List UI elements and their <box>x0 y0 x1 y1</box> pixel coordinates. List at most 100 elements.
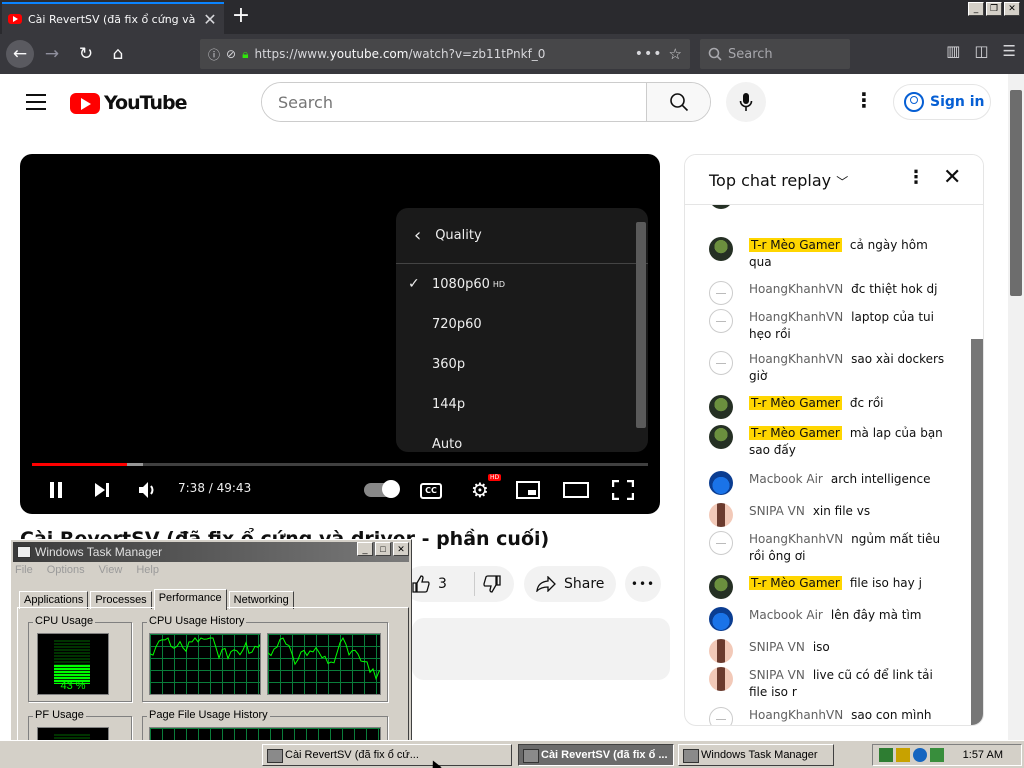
restore-window-icon[interactable]: ❐ <box>986 2 1002 16</box>
chat-avatar[interactable] <box>709 707 733 725</box>
tm-menu-item[interactable]: Options <box>47 564 85 576</box>
chat-author[interactable]: SNIPA VN <box>749 640 805 654</box>
maximize-icon[interactable]: □ <box>375 542 391 556</box>
chat-avatar[interactable] <box>709 237 733 261</box>
mute-button[interactable] <box>136 478 160 502</box>
chat-avatar[interactable] <box>709 351 733 375</box>
youtube-search-input[interactable] <box>262 83 646 121</box>
close-window-icon[interactable]: ✕ <box>1004 2 1020 16</box>
chat-avatar[interactable] <box>709 309 733 333</box>
youtube-search-button[interactable] <box>646 83 710 121</box>
close-tab-icon[interactable]: ✕ <box>202 10 218 29</box>
voice-search-button[interactable] <box>726 82 766 122</box>
taskbar-button[interactable]: Cài RevertSV (đã fix ổ cứ... <box>262 744 512 766</box>
dislike-button[interactable] <box>474 572 501 596</box>
description-box[interactable] <box>412 618 670 680</box>
chat-scrollbar[interactable] <box>971 339 983 725</box>
tm-menu-item[interactable]: Help <box>136 564 159 576</box>
chat-author[interactable]: T-r Mèo Gamer <box>749 238 842 252</box>
settings-more-button[interactable]: ⋮ <box>852 88 876 116</box>
permissions-icon[interactable]: ⊘ <box>226 47 236 61</box>
chat-avatar[interactable] <box>709 281 733 305</box>
page-scrollbar-thumb[interactable] <box>1010 90 1022 296</box>
quality-menu-scrollbar[interactable] <box>636 222 646 428</box>
theater-mode-button[interactable] <box>562 478 590 502</box>
page-actions-icon[interactable]: ••• <box>635 46 663 62</box>
menu-icon[interactable]: ☰ <box>1003 42 1016 60</box>
chat-author[interactable]: SNIPA VN <box>749 668 805 682</box>
fullscreen-button[interactable] <box>610 478 636 502</box>
tm-menu-item[interactable]: View <box>99 564 123 576</box>
autoplay-toggle[interactable] <box>364 480 400 498</box>
chat-avatar[interactable] <box>709 531 733 555</box>
quality-option[interactable]: 1080p60HD <box>396 264 648 304</box>
miniplayer-button[interactable] <box>514 478 542 502</box>
reload-button[interactable]: ↻ <box>72 40 100 68</box>
guide-menu-icon[interactable] <box>26 94 46 110</box>
taskbar-button[interactable]: Windows Task Manager <box>678 744 834 766</box>
url-text[interactable]: https://www.youtube.com/watch?v=zb11tPnk… <box>254 47 628 61</box>
chat-author[interactable]: T-r Mèo Gamer <box>749 396 842 410</box>
quality-option[interactable]: 720p60 <box>396 304 648 344</box>
info-icon[interactable]: ⓘ <box>208 46 220 63</box>
chat-avatar[interactable] <box>709 667 733 691</box>
chat-author[interactable]: HoangKhanhVN <box>749 310 843 324</box>
chat-avatar[interactable] <box>709 607 733 631</box>
lock-icon[interactable]: 🔒︎ <box>242 47 248 62</box>
quality-option[interactable]: 360p <box>396 344 648 384</box>
share-button[interactable]: Share <box>524 566 616 602</box>
taskbar-button[interactable]: Cài RevertSV (đã fix ổ ... <box>518 744 674 766</box>
chat-avatar[interactable] <box>709 575 733 599</box>
minimize-window-icon[interactable]: _ <box>968 2 984 16</box>
chat-avatar[interactable] <box>709 425 733 449</box>
minimize-icon[interactable]: _ <box>357 542 373 556</box>
more-actions-button[interactable]: ••• <box>625 566 661 602</box>
bookmark-star-icon[interactable]: ☆ <box>669 45 682 63</box>
tm-tab[interactable]: Performance <box>153 589 227 610</box>
close-icon[interactable]: ✕ <box>393 542 409 556</box>
quality-option[interactable]: 144p <box>396 384 648 424</box>
browser-search-box[interactable]: Search <box>700 39 850 69</box>
next-button[interactable] <box>90 478 114 502</box>
chat-author[interactable]: T-r Mèo Gamer <box>749 576 842 590</box>
chat-close-button[interactable]: ✕ <box>943 165 961 190</box>
sidebar-icon[interactable]: ◫ <box>974 42 988 60</box>
chat-avatar[interactable] <box>709 503 733 527</box>
chat-avatar[interactable] <box>709 639 733 663</box>
progress-bar[interactable] <box>32 463 648 466</box>
update-icon[interactable] <box>930 748 944 762</box>
clock[interactable]: 1:57 AM <box>963 749 1003 761</box>
settings-button[interactable]: ⚙ <box>468 478 492 502</box>
like-button[interactable]: 3 <box>404 575 474 593</box>
chat-mode-dropdown[interactable]: Top chat replay ﹀ <box>709 171 848 190</box>
pause-button[interactable] <box>44 478 68 502</box>
browser-tab[interactable]: Cài RevertSV (đã fix ổ cứng và driver - … <box>2 2 224 34</box>
video-player[interactable]: ‹ Quality 1080p60HD720p60360p144pAuto 7:… <box>20 154 660 514</box>
page-scrollbar[interactable] <box>1008 74 1024 742</box>
forward-button[interactable]: → <box>38 40 66 68</box>
tm-menu-item[interactable]: File <box>15 564 33 576</box>
chat-author[interactable]: T-r Mèo Gamer <box>749 426 842 440</box>
chat-author[interactable]: SNIPA VN <box>749 504 805 518</box>
back-button[interactable]: ← <box>6 40 34 68</box>
library-icon[interactable]: ▥ <box>946 42 960 60</box>
chat-author[interactable]: Macbook Air <box>749 472 823 486</box>
volume-tray-icon[interactable] <box>896 748 910 762</box>
chat-avatar[interactable] <box>709 395 733 419</box>
shield-icon[interactable] <box>913 748 927 762</box>
address-bar[interactable]: ⓘ ⊘ 🔒︎ https://www.youtube.com/watch?v=z… <box>200 39 690 69</box>
home-button[interactable]: ⌂ <box>104 40 132 68</box>
chat-author[interactable]: HoangKhanhVN <box>749 352 843 366</box>
chevron-left-icon[interactable]: ‹ <box>414 225 421 246</box>
chat-avatar[interactable] <box>709 471 733 495</box>
subtitles-button[interactable]: CC <box>420 483 442 499</box>
sign-in-button[interactable]: Sign in <box>893 84 991 120</box>
quality-menu-header[interactable]: ‹ Quality <box>396 208 648 264</box>
network-icon[interactable] <box>879 748 893 762</box>
new-tab-button[interactable]: + <box>228 3 254 31</box>
chat-author[interactable]: HoangKhanhVN <box>749 532 843 546</box>
chat-more-button[interactable]: ⋮ <box>907 167 925 188</box>
task-manager-titlebar[interactable]: Windows Task Manager <box>13 542 409 562</box>
chat-author[interactable]: HoangKhanhVN <box>749 708 843 722</box>
youtube-logo[interactable]: YouTube <box>70 92 187 114</box>
